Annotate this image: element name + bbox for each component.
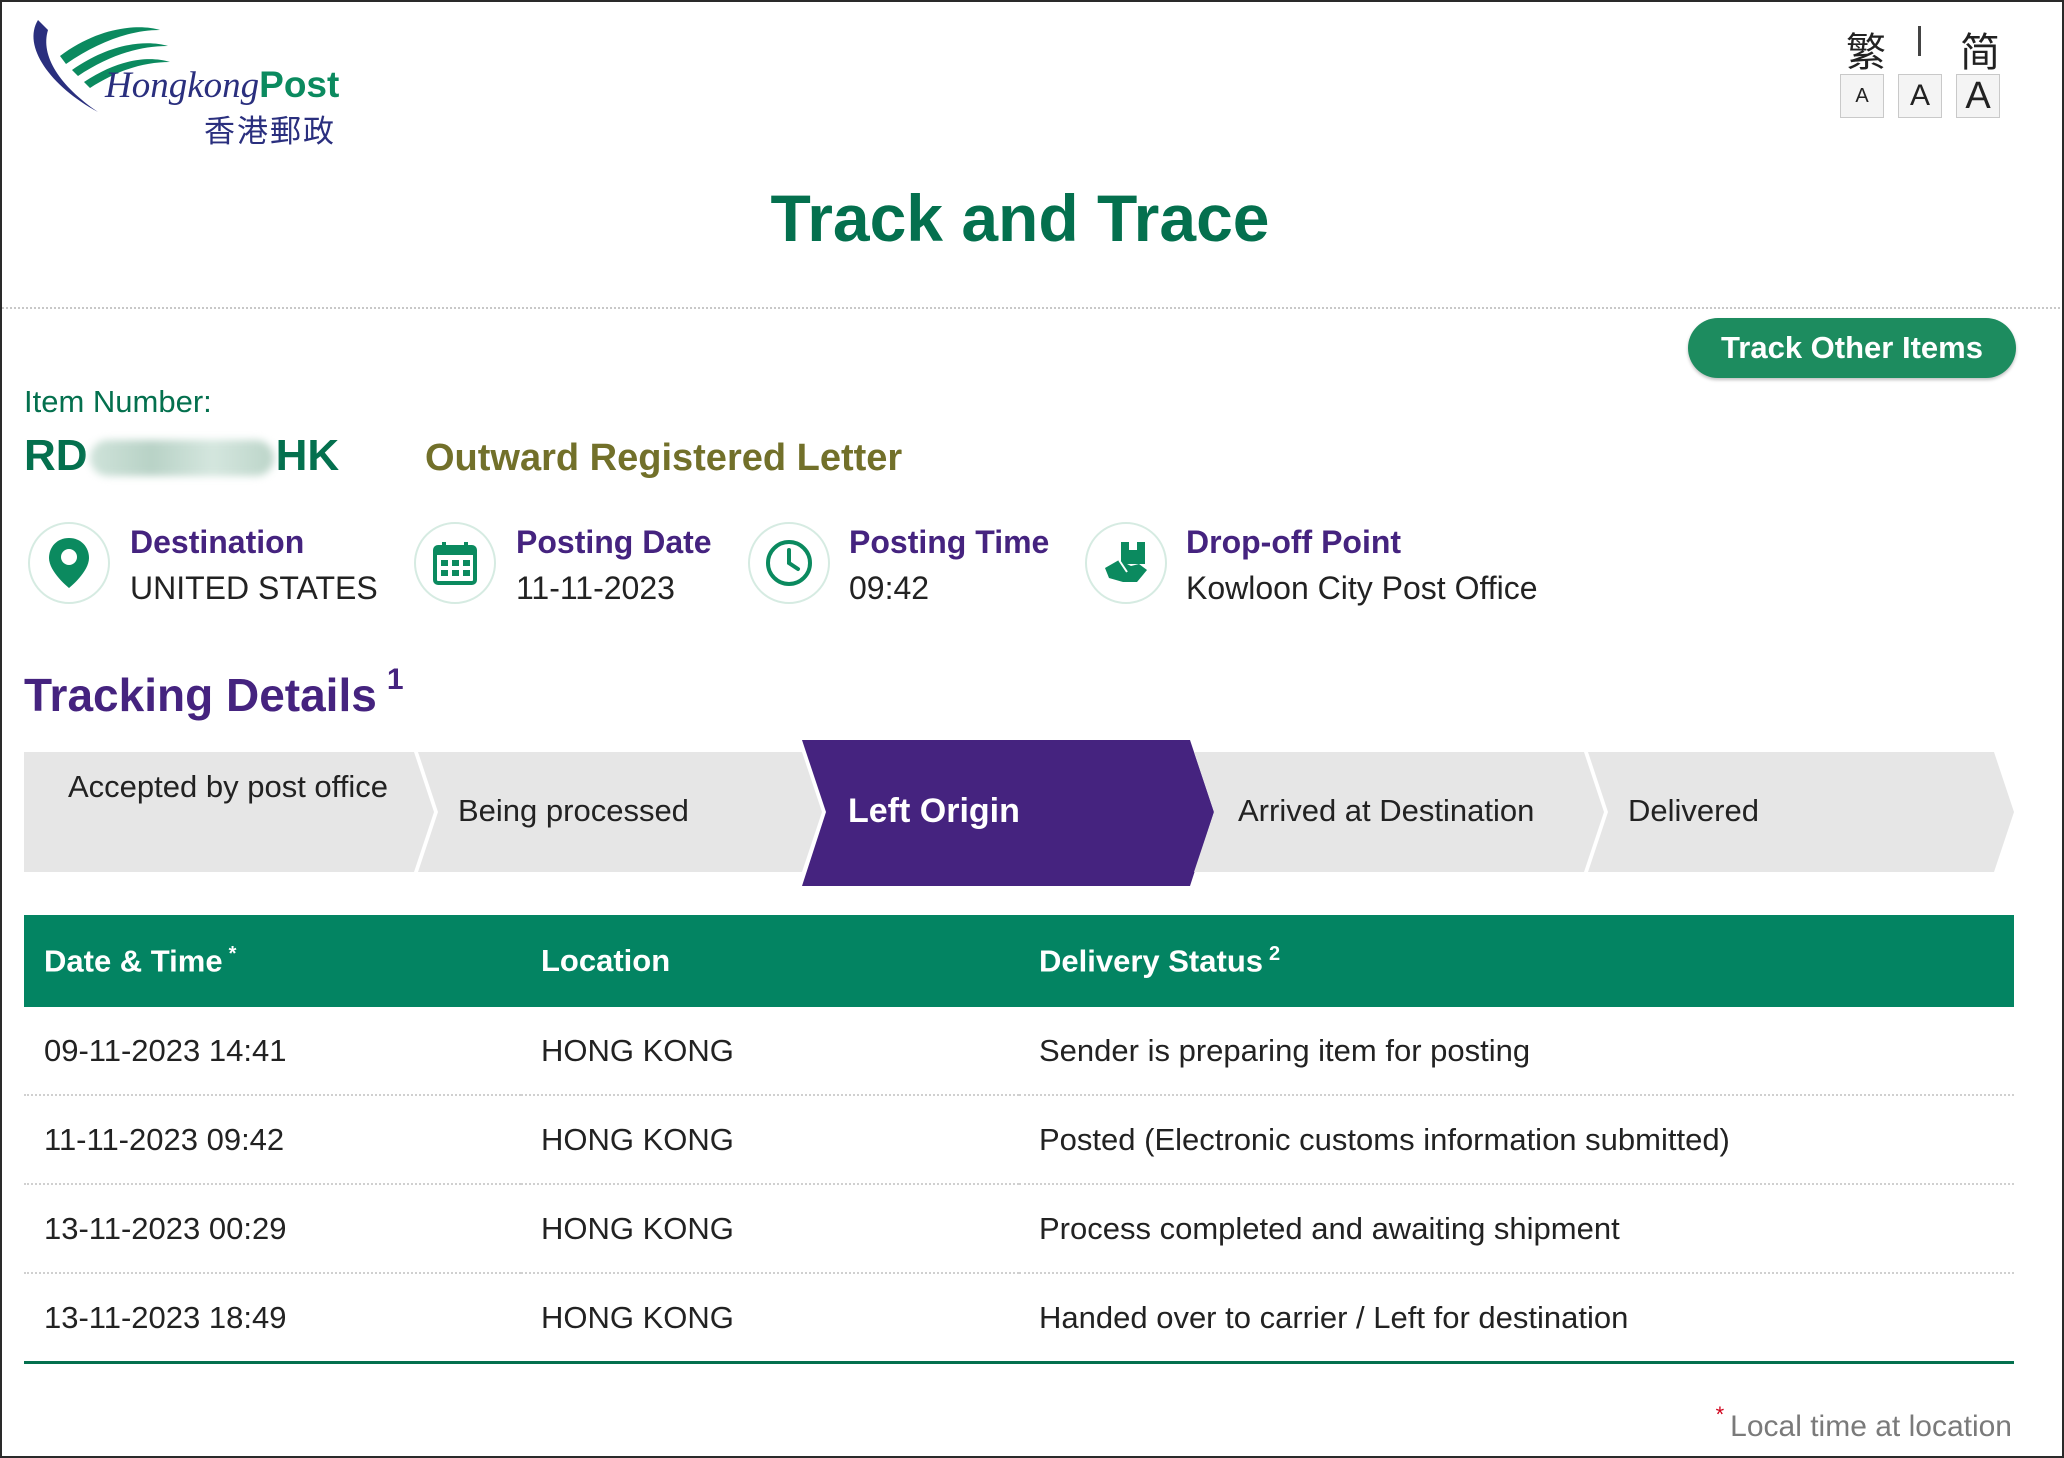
language-traditional-link[interactable]: 繁 [1846, 20, 1886, 78]
posting-time-value: 09:42 [849, 570, 930, 606]
table-header-row: Date & Time * Location Delivery Status 2 [24, 915, 2014, 1007]
footnote-star: * [1715, 1402, 1725, 1427]
page-title: Track and Trace [770, 181, 1270, 255]
step-delivered: Delivered [1628, 793, 1759, 828]
header-date-time-note: * [228, 942, 237, 965]
item-number-suffix: HK [275, 431, 340, 480]
item-number: RD HK [24, 431, 339, 481]
step-accepted: Accepted by post office [68, 769, 388, 804]
header-delivery-status-note: 2 [1269, 942, 1281, 965]
item-type: Outward Registered Letter [425, 437, 903, 479]
header-delivery-status: Delivery Status 2 [1019, 915, 2014, 1007]
item-number-redacted [89, 440, 274, 477]
cell-location: HONG KONG [521, 1273, 1019, 1364]
cell-status: Process completed and awaiting shipment [1019, 1184, 2014, 1274]
local-time-footnote: * Local time at location [1716, 1402, 2012, 1444]
posting-date-label: Posting Date [516, 524, 712, 560]
language-separator [1918, 26, 1921, 56]
header-divider [2, 307, 2062, 309]
step-arrived: Arrived at Destination [1238, 793, 1535, 828]
font-size-small-button[interactable]: A [1840, 74, 1884, 118]
header-date-time: Date & Time * [24, 915, 521, 1007]
cell-status: Posted (Electronic customs information s… [1019, 1095, 2014, 1185]
language-simplified-link[interactable]: 简 [1960, 20, 2000, 78]
item-number-label: Item Number: [24, 384, 212, 419]
logo-text-hongkong: Hongkong [105, 65, 260, 106]
calendar-icon [414, 522, 496, 604]
tracking-table: Date & Time * Location Delivery Status 2 0… [24, 915, 2014, 1364]
logo-text-chinese: 香港郵政 [204, 114, 336, 149]
destination-label: Destination [130, 524, 305, 560]
destination-value: UNITED STATES [130, 570, 378, 606]
cell-location: HONG KONG [521, 1095, 1019, 1185]
track-other-items-button[interactable]: Track Other Items [1688, 318, 2016, 378]
hongkong-post-logo[interactable]: HongkongPost 香港郵政 [20, 16, 339, 149]
table-row: 09-11-2023 14:41 HONG KONG Sender is pre… [24, 1007, 2014, 1096]
cell-status: Sender is preparing item for posting [1019, 1007, 2014, 1096]
logo-text-post: Post [259, 64, 340, 105]
drop-off-point-value: Kowloon City Post Office [1186, 570, 1538, 606]
cell-date-time: 11-11-2023 09:42 [24, 1095, 521, 1185]
table-row: 11-11-2023 09:42 HONG KONG Posted (Elect… [24, 1095, 2014, 1185]
header-date-time-label: Date & Time [44, 943, 223, 979]
font-size-large-button[interactable]: A [1956, 74, 2000, 118]
cell-date-time: 13-11-2023 00:29 [24, 1184, 521, 1274]
handover-box-icon [1085, 522, 1167, 604]
clock-icon [748, 522, 830, 604]
step-left-origin: Left Origin [848, 792, 1020, 830]
tracking-details-title: Tracking Details [24, 669, 377, 721]
header-delivery-status-label: Delivery Status [1039, 943, 1263, 979]
header-location: Location [521, 915, 1019, 1007]
cell-date-time: 13-11-2023 18:49 [24, 1273, 521, 1364]
step-processed: Being processed [458, 793, 689, 828]
drop-off-point-label: Drop-off Point [1186, 524, 1402, 560]
posting-date-value: 11-11-2023 [516, 570, 675, 606]
tracking-details-heading: Tracking Details 1 [24, 663, 404, 722]
font-size-medium-button[interactable]: A [1898, 74, 1942, 118]
cell-location: HONG KONG [521, 1184, 1019, 1274]
tracking-details-note: 1 [386, 662, 404, 696]
cell-status: Handed over to carrier / Left for destin… [1019, 1273, 2014, 1364]
cell-date-time: 09-11-2023 14:41 [24, 1007, 521, 1096]
cell-location: HONG KONG [521, 1007, 1019, 1096]
item-number-prefix: RD [24, 431, 88, 480]
location-pin-icon [28, 522, 110, 604]
page-frame: HongkongPost 香港郵政 繁 简 A A A Track and Tr… [0, 0, 2064, 1458]
footnote-text: Local time at location [1730, 1410, 2012, 1443]
table-row: 13-11-2023 18:49 HONG KONG Handed over t… [24, 1273, 2014, 1364]
posting-time-label: Posting Time [849, 524, 1050, 560]
table-row: 13-11-2023 00:29 HONG KONG Process compl… [24, 1184, 2014, 1274]
